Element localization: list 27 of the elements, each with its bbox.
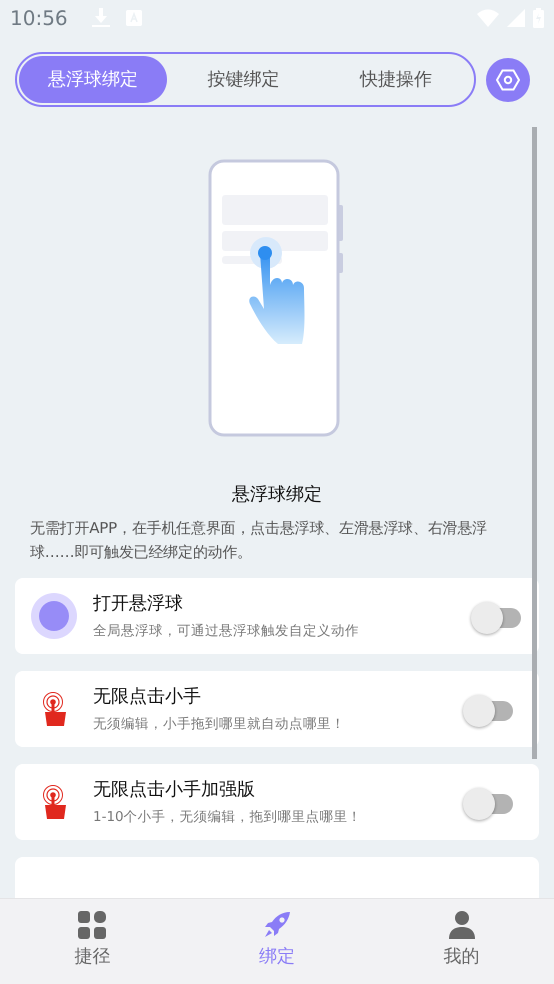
toggle-switch[interactable]: [463, 787, 513, 817]
person-icon: [448, 911, 475, 940]
nav-tab[interactable]: 我的: [369, 899, 554, 984]
section-title: 悬浮球绑定: [231, 483, 323, 507]
nav-tab[interactable]: 绑定: [184, 899, 370, 984]
feature-subtitle: 全局悬浮球，可通过悬浮球触发自定义动作: [93, 622, 360, 642]
feature-subtitle: 1-10个小手，无须编辑，拖到哪里点哪里！: [93, 808, 363, 828]
feature-title: 打开悬浮球: [93, 592, 184, 616]
settings-button[interactable]: [486, 58, 530, 102]
floating-ball-icon: [31, 593, 77, 639]
description-text: 无需打开APP，在手机任意界面，点击悬浮球、左滑悬浮球、右滑悬浮球……即可触发已经绑定的动作。: [29, 518, 488, 563]
nav-tab[interactable]: 捷径: [0, 899, 185, 984]
tap-hand-icon: [42, 692, 66, 726]
tab[interactable]: 悬浮球绑定: [19, 56, 167, 103]
scrollbar[interactable]: [532, 127, 537, 759]
feature-subtitle: 无须编辑，小手拖到哪里就自动点哪里！: [93, 715, 346, 734]
rocket-icon: [263, 911, 291, 940]
tab[interactable]: 按键绑定: [167, 56, 320, 103]
tap-hand-icon: [42, 785, 66, 819]
tab[interactable]: 快捷操作: [320, 56, 472, 103]
toggle-switch[interactable]: [463, 694, 513, 724]
feature-title: 无限点击小手: [93, 685, 202, 710]
toggle-switch[interactable]: [471, 601, 521, 631]
grid-icon: [78, 911, 106, 940]
settings-icon: [496, 68, 520, 90]
status-time: 10:56: [10, 5, 68, 32]
feature-title: 无限点击小手加强版: [93, 778, 256, 802]
